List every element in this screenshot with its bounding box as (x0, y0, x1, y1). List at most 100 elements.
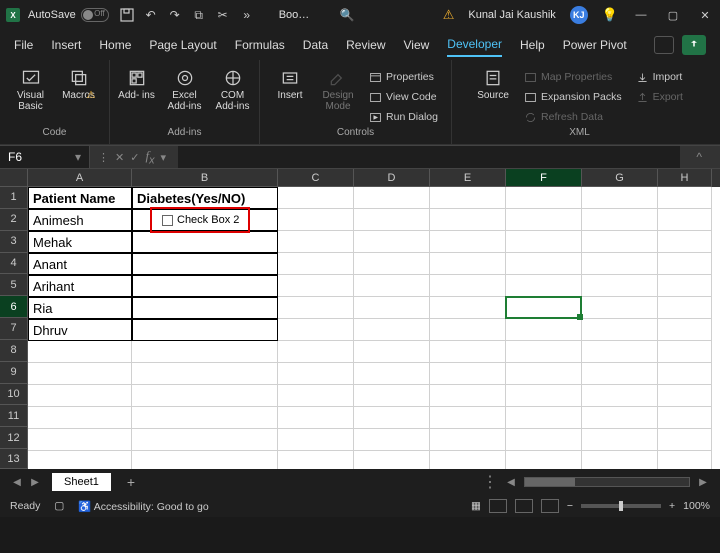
cell[interactable] (278, 451, 354, 469)
cell-B7[interactable] (132, 319, 278, 341)
cell[interactable] (430, 231, 506, 253)
cell[interactable] (354, 319, 430, 341)
cell[interactable] (278, 253, 354, 275)
visual-basic-button[interactable]: Visual Basic (10, 64, 52, 112)
search-icon[interactable]: 🔍 (339, 7, 355, 23)
row-header-10[interactable]: 10 (0, 384, 28, 406)
cell-B3[interactable] (132, 231, 278, 253)
fx-icon[interactable]: fx (145, 148, 154, 167)
user-avatar[interactable]: KJ (570, 6, 588, 24)
cell[interactable] (132, 429, 278, 451)
minimize-button[interactable]: — (632, 6, 650, 24)
cell[interactable] (582, 429, 658, 451)
row-header-2[interactable]: 2 (0, 209, 28, 231)
cell[interactable] (430, 209, 506, 231)
cell-A1[interactable]: Patient Name (28, 187, 132, 209)
properties-button[interactable]: Properties (365, 68, 442, 86)
cell[interactable] (582, 187, 658, 209)
cell[interactable] (28, 341, 132, 363)
xml-source-button[interactable]: Source (472, 64, 514, 101)
cell-B1[interactable]: Diabetes(Yes/NO) (132, 187, 278, 209)
cell[interactable] (354, 429, 430, 451)
view-normal-button[interactable] (489, 499, 507, 513)
row-header-13[interactable]: 13 (0, 449, 28, 469)
cell[interactable] (354, 187, 430, 209)
cell[interactable] (506, 187, 582, 209)
tab-page-layout[interactable]: Page Layout (149, 34, 216, 56)
display-settings-icon[interactable]: ▦ (471, 500, 481, 512)
tab-insert[interactable]: Insert (51, 34, 81, 56)
tab-help[interactable]: Help (520, 34, 545, 56)
cell[interactable] (278, 187, 354, 209)
cell[interactable] (582, 407, 658, 429)
cell[interactable] (658, 187, 712, 209)
copy-icon[interactable]: ⧉ (191, 7, 207, 23)
view-code-button[interactable]: View Code (365, 88, 442, 106)
cell[interactable] (506, 341, 582, 363)
cell[interactable] (430, 187, 506, 209)
cell[interactable] (278, 231, 354, 253)
row-header-3[interactable]: 3 (0, 231, 28, 253)
cell[interactable] (430, 341, 506, 363)
cell-A4[interactable]: Anant (28, 253, 132, 275)
enter-formula-icon[interactable]: ✓ (130, 151, 139, 164)
cell[interactable] (278, 341, 354, 363)
cell-grid[interactable]: Patient NameDiabetes(Yes/NO)AnimeshMehak… (28, 187, 712, 469)
tab-developer[interactable]: Developer (447, 33, 502, 57)
close-button[interactable]: ✕ (696, 6, 714, 24)
zoom-out-button[interactable]: − (567, 500, 573, 512)
hscroll-options-icon[interactable]: ⋮ (482, 472, 498, 492)
qat-overflow-icon[interactable]: » (239, 7, 255, 23)
zoom-level[interactable]: 100% (683, 500, 710, 512)
cell[interactable] (582, 451, 658, 469)
xml-import-button[interactable]: Import (632, 68, 687, 86)
cell[interactable] (658, 253, 712, 275)
undo-icon[interactable]: ↶ (143, 7, 159, 23)
cell[interactable] (28, 407, 132, 429)
cell[interactable] (658, 231, 712, 253)
cell[interactable] (132, 363, 278, 385)
cell[interactable] (28, 451, 132, 469)
cell[interactable] (354, 297, 430, 319)
hscroll-left[interactable]: ◀ (502, 473, 520, 491)
share-button[interactable] (682, 35, 706, 55)
select-all-corner[interactable] (0, 169, 28, 187)
cell[interactable] (658, 451, 712, 469)
tab-review[interactable]: Review (346, 34, 385, 56)
redo-icon[interactable]: ↷ (167, 7, 183, 23)
tab-view[interactable]: View (404, 34, 430, 56)
cell[interactable] (354, 407, 430, 429)
row-header-4[interactable]: 4 (0, 253, 28, 275)
row-header-5[interactable]: 5 (0, 274, 28, 296)
expansion-packs-button[interactable]: Expansion Packs (520, 88, 626, 106)
cell[interactable] (506, 297, 582, 319)
cut-icon[interactable]: ✂ (215, 7, 231, 23)
cell[interactable] (658, 429, 712, 451)
cell[interactable] (582, 231, 658, 253)
zoom-slider[interactable] (581, 504, 661, 508)
cell[interactable] (658, 209, 712, 231)
autosave-toggle[interactable]: AutoSave Off (28, 8, 109, 22)
cell[interactable] (430, 297, 506, 319)
cell[interactable] (354, 231, 430, 253)
cell[interactable] (28, 385, 132, 407)
cell[interactable] (430, 385, 506, 407)
cell-A3[interactable]: Mehak (28, 231, 132, 253)
row-header-9[interactable]: 9 (0, 362, 28, 384)
cell[interactable] (132, 407, 278, 429)
cell-A7[interactable]: Dhruv (28, 319, 132, 341)
col-header-A[interactable]: A (28, 169, 132, 187)
cell[interactable] (278, 429, 354, 451)
cell[interactable] (278, 209, 354, 231)
cell[interactable] (506, 319, 582, 341)
cell-B5[interactable] (132, 275, 278, 297)
cell[interactable] (354, 363, 430, 385)
tab-file[interactable]: File (14, 34, 33, 56)
row-header-1[interactable]: 1 (0, 187, 28, 209)
col-header-E[interactable]: E (430, 169, 506, 187)
col-header-H[interactable]: H (658, 169, 712, 187)
cell[interactable] (506, 253, 582, 275)
row-header-12[interactable]: 12 (0, 427, 28, 449)
accessibility-status[interactable]: ♿ Accessibility: Good to go (78, 500, 208, 513)
tab-formulas[interactable]: Formulas (235, 34, 285, 56)
